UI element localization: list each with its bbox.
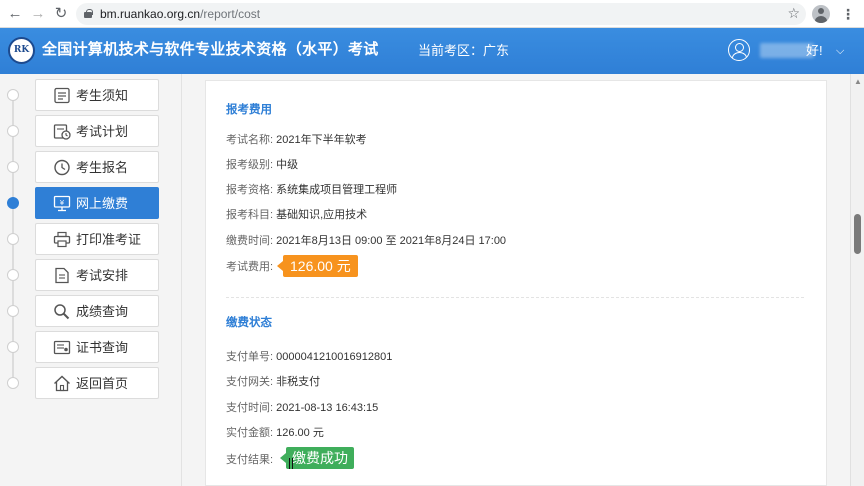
region-value: 广东 xyxy=(483,43,510,58)
user-greeting[interactable]: 好! xyxy=(806,43,823,59)
search-icon xyxy=(54,304,70,320)
ruankao-logo-icon xyxy=(8,37,35,64)
sidebar-item-label: 打印准考证 xyxy=(76,232,142,247)
section-divider xyxy=(226,297,804,298)
order-no-row: 支付单号: 0000041210016912801 xyxy=(226,351,393,363)
qualification-row: 报考资格: 系统集成项目管理工程师 xyxy=(226,184,398,196)
certificate-icon xyxy=(53,340,71,355)
browser-profile-icon[interactable] xyxy=(812,5,830,23)
address-url: bm.ruankao.org.cn/report/cost xyxy=(100,7,261,21)
home-icon xyxy=(54,375,70,392)
sidebar-item-exam-schedule[interactable]: 考试安排 xyxy=(35,259,159,291)
gateway-row: 支付网关: 非税支付 xyxy=(226,376,321,388)
subjects-row: 报考科目: 基础知识,应用技术 xyxy=(226,209,368,221)
user-avatar-icon[interactable] xyxy=(728,39,750,61)
scroll-up-arrow-icon[interactable]: ▲ xyxy=(854,77,862,86)
document-icon xyxy=(55,267,69,284)
step-dot xyxy=(7,305,19,317)
printer-icon xyxy=(53,231,71,248)
bookmark-star-icon[interactable]: ☆ xyxy=(787,5,800,22)
calendar-clock-icon xyxy=(53,124,71,140)
address-bar[interactable]: bm.ruankao.org.cn/report/cost ☆ xyxy=(76,3,806,25)
svg-text:¥: ¥ xyxy=(60,199,65,207)
browser-menu-icon[interactable]: ⋮ xyxy=(840,5,856,23)
sidebar-item-home[interactable]: 返回首页 xyxy=(35,367,159,399)
sidebar-item-label: 网上缴费 xyxy=(76,196,129,211)
step-dot xyxy=(7,89,19,101)
text-cursor-icon xyxy=(289,458,293,469)
sidebar-item-certificate-query[interactable]: 证书查询 xyxy=(35,331,159,363)
forward-arrow-icon[interactable]: → xyxy=(29,5,47,23)
sidebar-item-label: 证书查询 xyxy=(76,340,129,355)
fee-row-label: 考试费用: xyxy=(226,261,274,273)
current-region: 当前考区：广东 xyxy=(418,43,509,59)
step-dot xyxy=(7,269,19,281)
region-label: 当前考区： xyxy=(418,43,484,58)
fee-section-title: 报考费用 xyxy=(226,104,272,116)
site-title: 全国计算机技术与软件专业技术资格（水平）考试 xyxy=(42,41,379,58)
scrollbar-thumb[interactable] xyxy=(854,214,861,254)
sidebar-item-label: 考试安排 xyxy=(76,268,129,283)
sidebar-item-label: 成绩查询 xyxy=(76,304,129,319)
browser-toolbar: ← → ↻ bm.ruankao.org.cn/report/cost ☆ ⋮ xyxy=(0,0,864,28)
payment-details-card: 报考费用 考试名称: 2021年下半年软考 报考级别: 中级 报考资格: 系统集… xyxy=(205,80,827,486)
pay-period-row: 缴费时间: 2021年8月13日 09:00 至 2021年8月24日 17:0… xyxy=(226,235,507,247)
sidebar-item-exam-plan[interactable]: 考试计划 xyxy=(35,115,159,147)
monitor-icon: ¥ xyxy=(53,195,71,212)
result-row-label: 支付结果: xyxy=(226,454,274,466)
back-arrow-icon[interactable]: ← xyxy=(6,5,24,23)
level-row: 报考级别: 中级 xyxy=(226,159,299,171)
exam-name-row: 考试名称: 2021年下半年软考 xyxy=(226,134,367,146)
step-dot-active xyxy=(7,197,19,209)
sidebar-item-score-query[interactable]: 成绩查询 xyxy=(35,295,159,327)
sidebar-item-label: 返回首页 xyxy=(76,376,129,391)
sidebar: 考生须知 考试计划 考生报名 ¥ 网上缴费 打印准考证 考试安排 成绩查询 证书… xyxy=(0,74,182,486)
step-dot xyxy=(7,377,19,389)
step-dot xyxy=(7,233,19,245)
reload-icon[interactable]: ↻ xyxy=(52,5,70,23)
lock-icon xyxy=(84,9,93,18)
sidebar-item-label: 考生须知 xyxy=(76,88,129,103)
step-dot xyxy=(7,341,19,353)
fee-amount-badge: 126.00 元 xyxy=(277,255,358,277)
payment-success-badge: 缴费成功 xyxy=(280,447,354,469)
sidebar-item-label: 考生报名 xyxy=(76,160,129,175)
pay-time-row: 支付时间: 2021-08-13 16:43:15 xyxy=(226,402,379,414)
sidebar-item-notice[interactable]: 考生须知 xyxy=(35,79,159,111)
status-section-title: 缴费状态 xyxy=(226,317,272,329)
amount-row: 实付金额: 126.00 元 xyxy=(226,427,324,439)
sidebar-item-online-payment[interactable]: ¥ 网上缴费 xyxy=(35,187,159,219)
clock-icon xyxy=(54,159,70,176)
sidebar-item-registration[interactable]: 考生报名 xyxy=(35,151,159,183)
user-menu-caret-icon[interactable]: ⌵ xyxy=(836,43,844,59)
sidebar-item-print-ticket[interactable]: 打印准考证 xyxy=(35,223,159,255)
sidebar-item-label: 考试计划 xyxy=(76,124,129,139)
step-dot xyxy=(7,161,19,173)
site-header: 全国计算机技术与软件专业技术资格（水平）考试 当前考区：广东 好! ⌵ xyxy=(0,28,864,74)
step-dot xyxy=(7,125,19,137)
notice-icon xyxy=(54,87,70,104)
page-scrollbar[interactable]: ▲ xyxy=(850,74,864,486)
